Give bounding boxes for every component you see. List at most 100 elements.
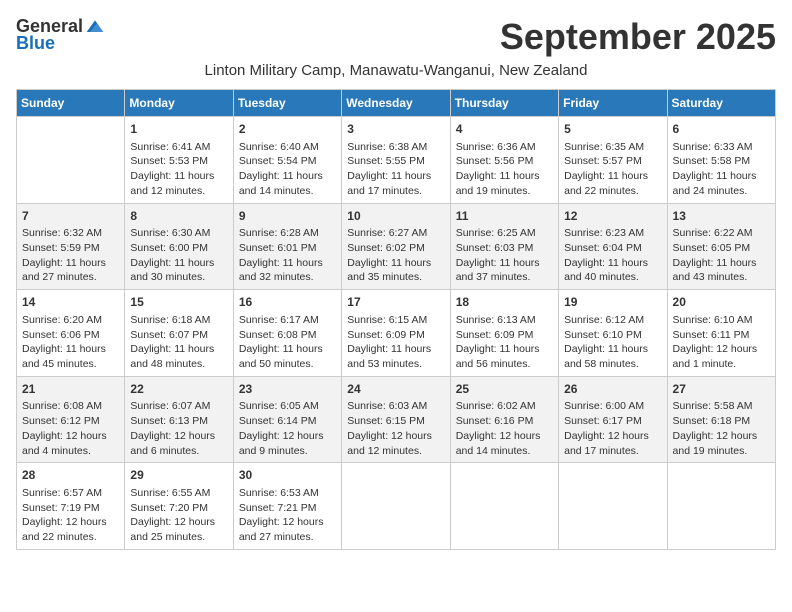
day-number: 24: [347, 381, 444, 398]
calendar-cell: [450, 463, 558, 550]
calendar-cell: 14 Sunrise: 6:20 AMSunset: 6:06 PMDayligh…: [17, 290, 125, 377]
month-title: September 2025: [500, 16, 776, 58]
calendar-cell: 16 Sunrise: 6:17 AMSunset: 6:08 PMDayligh…: [233, 290, 341, 377]
day-number: 26: [564, 381, 661, 398]
calendar-cell: 8Sunrise: 6:30 AMSunset: 6:00 PMDaylight…: [125, 203, 233, 290]
day-info: Sunrise: 6:28 AMSunset: 6:01 PMDaylight:…: [239, 226, 336, 285]
day-info: Sunrise: 6:53 AMSunset: 7:21 PMDaylight:…: [239, 486, 336, 545]
weekday-header-friday: Friday: [559, 90, 667, 117]
day-info: Sunrise: 6:30 AMSunset: 6:00 PMDaylight:…: [130, 226, 227, 285]
day-number: 7: [22, 208, 119, 225]
calendar-table: SundayMondayTuesdayWednesdayThursdayFrid…: [16, 89, 776, 550]
calendar-header-row: SundayMondayTuesdayWednesdayThursdayFrid…: [17, 90, 776, 117]
day-info: Sunrise: 6:25 AMSunset: 6:03 PMDaylight:…: [456, 226, 553, 285]
day-number: 23: [239, 381, 336, 398]
day-number: 20: [673, 294, 770, 311]
calendar-cell: 25Sunrise: 6:02 AMSunset: 6:16 PMDayligh…: [450, 376, 558, 463]
calendar-cell: 10Sunrise: 6:27 AMSunset: 6:02 PMDayligh…: [342, 203, 450, 290]
day-info: Sunrise: 6:40 AMSunset: 5:54 PMDaylight:…: [239, 140, 336, 199]
calendar-cell: 22Sunrise: 6:07 AMSunset: 6:13 PMDayligh…: [125, 376, 233, 463]
weekday-header-thursday: Thursday: [450, 90, 558, 117]
day-number: 4: [456, 121, 553, 138]
weekday-header-saturday: Saturday: [667, 90, 775, 117]
day-number: 12: [564, 208, 661, 225]
day-info: Sunrise: 6:03 AMSunset: 6:15 PMDaylight:…: [347, 399, 444, 458]
day-number: 22: [130, 381, 227, 398]
calendar-cell: [667, 463, 775, 550]
logo: General Blue: [16, 16, 105, 54]
day-number: 10: [347, 208, 444, 225]
day-number: 19: [564, 294, 661, 311]
calendar-cell: [342, 463, 450, 550]
weekday-header-tuesday: Tuesday: [233, 90, 341, 117]
day-info: Sunrise: 6:17 AMSunset: 6:08 PMDaylight:…: [239, 313, 336, 372]
calendar-week-row: 21Sunrise: 6:08 AMSunset: 6:12 PMDayligh…: [17, 376, 776, 463]
calendar-cell: 27Sunrise: 5:58 AMSunset: 6:18 PMDayligh…: [667, 376, 775, 463]
day-info: Sunrise: 6:55 AMSunset: 7:20 PMDaylight:…: [130, 486, 227, 545]
calendar-cell: 15 Sunrise: 6:18 AMSunset: 6:07 PMDayligh…: [125, 290, 233, 377]
calendar-week-row: 14 Sunrise: 6:20 AMSunset: 6:06 PMDayligh…: [17, 290, 776, 377]
calendar-cell: 13Sunrise: 6:22 AMSunset: 6:05 PMDayligh…: [667, 203, 775, 290]
day-number: 14: [22, 294, 119, 311]
calendar-cell: 24Sunrise: 6:03 AMSunset: 6:15 PMDayligh…: [342, 376, 450, 463]
day-info: Sunrise: 6:22 AMSunset: 6:05 PMDaylight:…: [673, 226, 770, 285]
day-info: Sunrise: 6:10 AMSunset: 6:11 PMDaylight:…: [673, 313, 770, 372]
day-info: Sunrise: 6:33 AMSunset: 5:58 PMDaylight:…: [673, 140, 770, 199]
logo-icon: [85, 17, 105, 37]
day-number: 11: [456, 208, 553, 225]
page-header: General Blue September 2025: [16, 16, 776, 58]
day-info: Sunrise: 6:07 AMSunset: 6:13 PMDaylight:…: [130, 399, 227, 458]
calendar-week-row: 7Sunrise: 6:32 AMSunset: 5:59 PMDaylight…: [17, 203, 776, 290]
day-info: Sunrise: 6:57 AMSunset: 7:19 PMDaylight:…: [22, 486, 119, 545]
day-number: 6: [673, 121, 770, 138]
day-info: Sunrise: 6:05 AMSunset: 6:14 PMDaylight:…: [239, 399, 336, 458]
calendar-cell: 1Sunrise: 6:41 AMSunset: 5:53 PMDaylight…: [125, 117, 233, 204]
day-info: Sunrise: 6:15 AMSunset: 6:09 PMDaylight:…: [347, 313, 444, 372]
day-info: Sunrise: 6:12 AMSunset: 6:10 PMDaylight:…: [564, 313, 661, 372]
day-info: Sunrise: 6:13 AMSunset: 6:09 PMDaylight:…: [456, 313, 553, 372]
day-info: Sunrise: 6:41 AMSunset: 5:53 PMDaylight:…: [130, 140, 227, 199]
day-number: 30: [239, 467, 336, 484]
calendar-cell: 2 Sunrise: 6:40 AMSunset: 5:54 PMDaylight…: [233, 117, 341, 204]
day-info: Sunrise: 6:36 AMSunset: 5:56 PMDaylight:…: [456, 140, 553, 199]
calendar-cell: 17Sunrise: 6:15 AMSunset: 6:09 PMDayligh…: [342, 290, 450, 377]
day-info: Sunrise: 6:02 AMSunset: 6:16 PMDaylight:…: [456, 399, 553, 458]
day-info: Sunrise: 6:18 AMSunset: 6:07 PMDaylight:…: [130, 313, 227, 372]
day-number: 16: [239, 294, 336, 311]
location-title: Linton Military Camp, Manawatu-Wanganui,…: [16, 62, 776, 79]
calendar-cell: 3 Sunrise: 6:38 AMSunset: 5:55 PMDaylight…: [342, 117, 450, 204]
calendar-cell: 6 Sunrise: 6:33 AMSunset: 5:58 PMDaylight…: [667, 117, 775, 204]
calendar-cell: 29 Sunrise: 6:55 AMSunset: 7:20 PMDayligh…: [125, 463, 233, 550]
day-info: Sunrise: 5:58 AMSunset: 6:18 PMDaylight:…: [673, 399, 770, 458]
day-number: 15: [130, 294, 227, 311]
day-info: Sunrise: 6:38 AMSunset: 5:55 PMDaylight:…: [347, 140, 444, 199]
calendar-week-row: 28 Sunrise: 6:57 AMSunset: 7:19 PMDayligh…: [17, 463, 776, 550]
day-number: 28: [22, 467, 119, 484]
day-number: 29: [130, 467, 227, 484]
day-number: 2: [239, 121, 336, 138]
day-info: Sunrise: 6:27 AMSunset: 6:02 PMDaylight:…: [347, 226, 444, 285]
day-number: 21: [22, 381, 119, 398]
day-info: Sunrise: 6:23 AMSunset: 6:04 PMDaylight:…: [564, 226, 661, 285]
calendar-cell: 23Sunrise: 6:05 AMSunset: 6:14 PMDayligh…: [233, 376, 341, 463]
calendar-cell: 18 Sunrise: 6:13 AMSunset: 6:09 PMDayligh…: [450, 290, 558, 377]
weekday-header-monday: Monday: [125, 90, 233, 117]
calendar-cell: [17, 117, 125, 204]
calendar-week-row: 1Sunrise: 6:41 AMSunset: 5:53 PMDaylight…: [17, 117, 776, 204]
day-info: Sunrise: 6:00 AMSunset: 6:17 PMDaylight:…: [564, 399, 661, 458]
day-number: 18: [456, 294, 553, 311]
day-info: Sunrise: 6:32 AMSunset: 5:59 PMDaylight:…: [22, 226, 119, 285]
calendar-cell: 21Sunrise: 6:08 AMSunset: 6:12 PMDayligh…: [17, 376, 125, 463]
day-info: Sunrise: 6:35 AMSunset: 5:57 PMDaylight:…: [564, 140, 661, 199]
calendar-cell: 19 Sunrise: 6:12 AMSunset: 6:10 PMDayligh…: [559, 290, 667, 377]
day-number: 9: [239, 208, 336, 225]
day-number: 5: [564, 121, 661, 138]
day-number: 3: [347, 121, 444, 138]
calendar-cell: [559, 463, 667, 550]
calendar-cell: 7Sunrise: 6:32 AMSunset: 5:59 PMDaylight…: [17, 203, 125, 290]
calendar-cell: 30 Sunrise: 6:53 AMSunset: 7:21 PMDayligh…: [233, 463, 341, 550]
day-info: Sunrise: 6:20 AMSunset: 6:06 PMDaylight:…: [22, 313, 119, 372]
calendar-cell: 9Sunrise: 6:28 AMSunset: 6:01 PMDaylight…: [233, 203, 341, 290]
day-number: 13: [673, 208, 770, 225]
calendar-cell: 12Sunrise: 6:23 AMSunset: 6:04 PMDayligh…: [559, 203, 667, 290]
